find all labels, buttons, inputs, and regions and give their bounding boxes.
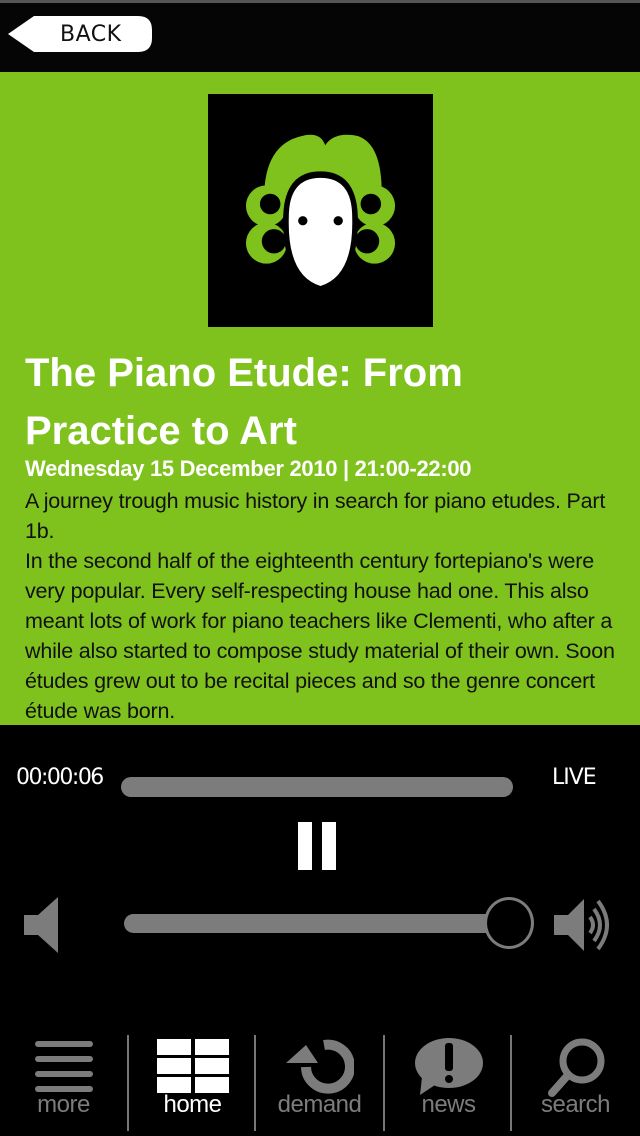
pause-bar-right (322, 822, 336, 870)
program-description: A journey trough music history in search… (25, 486, 625, 726)
tab-home[interactable]: home (129, 1025, 256, 1136)
tab-news[interactable]: news (385, 1025, 512, 1136)
back-label: BACK (60, 22, 122, 47)
header-bar: BACK (0, 3, 640, 72)
description-paragraph: In the second half of the eighteenth cen… (25, 549, 615, 723)
tab-label: demand (277, 1091, 362, 1118)
tab-label: news (421, 1091, 476, 1118)
elapsed-time: 00:00:06 (16, 765, 104, 790)
tab-label: home (163, 1091, 222, 1118)
live-label: LIVE (552, 765, 597, 790)
progress-bar[interactable] (121, 777, 513, 797)
tab-bar: more home demand news search (0, 1025, 640, 1136)
program-datetime: Wednesday 15 December 2010 | 21:00-22:00 (25, 456, 472, 481)
grid-icon (156, 1039, 229, 1093)
search-icon (547, 1038, 604, 1097)
audio-player: 00:00:06 LIVE (0, 725, 640, 1025)
pause-bar-left (298, 822, 312, 870)
tab-label: search (540, 1091, 611, 1118)
volume-slider[interactable] (124, 914, 514, 933)
volume-high-icon[interactable] (548, 897, 620, 953)
tab-label: more (37, 1091, 90, 1118)
program-details: The Piano Etude: From Practice to Art We… (0, 72, 640, 725)
alert-bubble-icon (414, 1038, 483, 1095)
tab-demand[interactable]: demand (256, 1025, 383, 1136)
description-paragraph: A journey trough music history in search… (25, 489, 606, 543)
volume-slider-thumb[interactable] (484, 897, 534, 949)
back-button[interactable]: BACK (8, 14, 154, 54)
menu-icon (34, 1041, 93, 1092)
volume-low-icon[interactable] (20, 897, 64, 953)
replay-icon (285, 1039, 354, 1094)
tab-more[interactable]: more (0, 1025, 127, 1136)
tab-search[interactable]: search (512, 1025, 639, 1136)
program-title: The Piano Etude: From Practice to Art (25, 351, 463, 453)
composer-wig-logo-icon (208, 94, 433, 327)
pause-button[interactable] (296, 822, 341, 872)
